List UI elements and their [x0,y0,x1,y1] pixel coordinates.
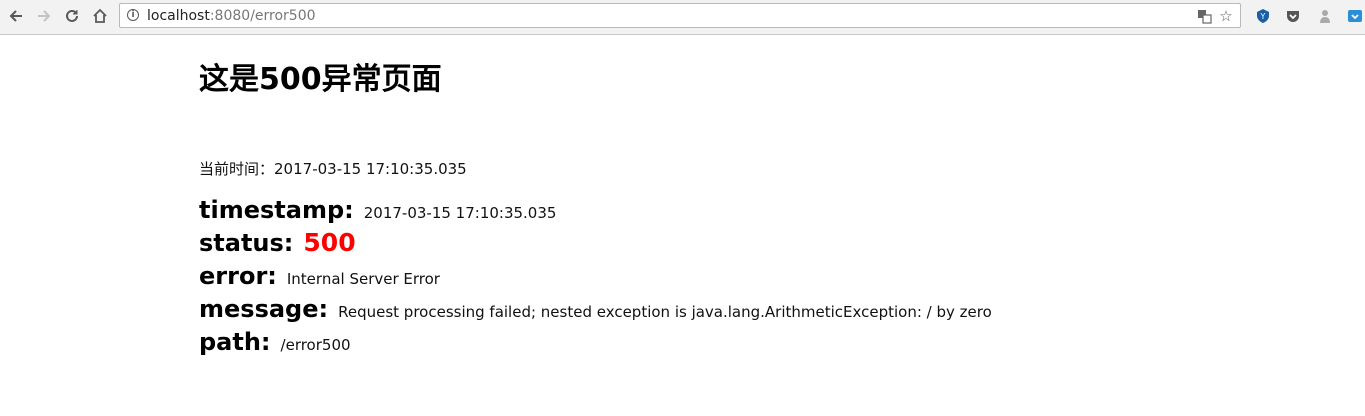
info-icon[interactable]: i [127,9,139,21]
reload-icon[interactable] [61,5,83,27]
status-label: status: [199,229,294,257]
address-bar[interactable]: i localhost:8080/error500 ☆ [119,3,1241,28]
user-extension-icon[interactable] [1316,7,1334,25]
error-page-content: 这是500异常页面 当前时间：2017-03-15 17:10:35.035 t… [199,60,1299,356]
current-time-value: 2017-03-15 17:10:35.035 [274,160,467,178]
error-label: error: [199,262,277,290]
page-title: 这是500异常页面 [199,62,442,97]
message-row: message: Request processing failed; nest… [199,295,992,323]
download-extension-icon[interactable] [1346,7,1364,25]
back-arrow-icon[interactable] [5,5,27,27]
home-icon[interactable] [89,5,111,27]
error-value: Internal Server Error [286,270,440,288]
svg-text:Y: Y [1260,12,1266,21]
translate-icon[interactable] [1195,7,1213,25]
message-value: Request processing failed; nested except… [338,303,992,321]
url-text[interactable]: localhost:8080/error500 [147,8,316,24]
url-path: :8080/error500 [209,8,316,24]
error-row: error: Internal Server Error [199,262,440,290]
message-label: message: [199,295,329,323]
browser-toolbar: i localhost:8080/error500 ☆ Y [0,0,1365,35]
bookmark-star-icon[interactable]: ☆ [1217,7,1235,25]
timestamp-row: timestamp: 2017-03-15 17:10:35.035 [199,196,556,224]
timestamp-label: timestamp: [199,196,354,224]
url-host: localhost [147,8,210,24]
status-row: status: 500 [199,228,356,257]
current-time-label: 当前时间： [199,160,275,178]
extension-shield-icon[interactable]: Y [1254,7,1272,25]
pocket-icon[interactable] [1284,7,1302,25]
timestamp-value: 2017-03-15 17:10:35.035 [363,204,557,222]
path-label: path: [199,328,271,356]
forward-arrow-icon[interactable] [33,5,55,27]
status-value: 500 [303,228,356,257]
current-time-line: 当前时间：2017-03-15 17:10:35.035 [199,158,467,179]
path-row: path: /error500 [199,328,351,356]
path-value: /error500 [280,336,351,354]
